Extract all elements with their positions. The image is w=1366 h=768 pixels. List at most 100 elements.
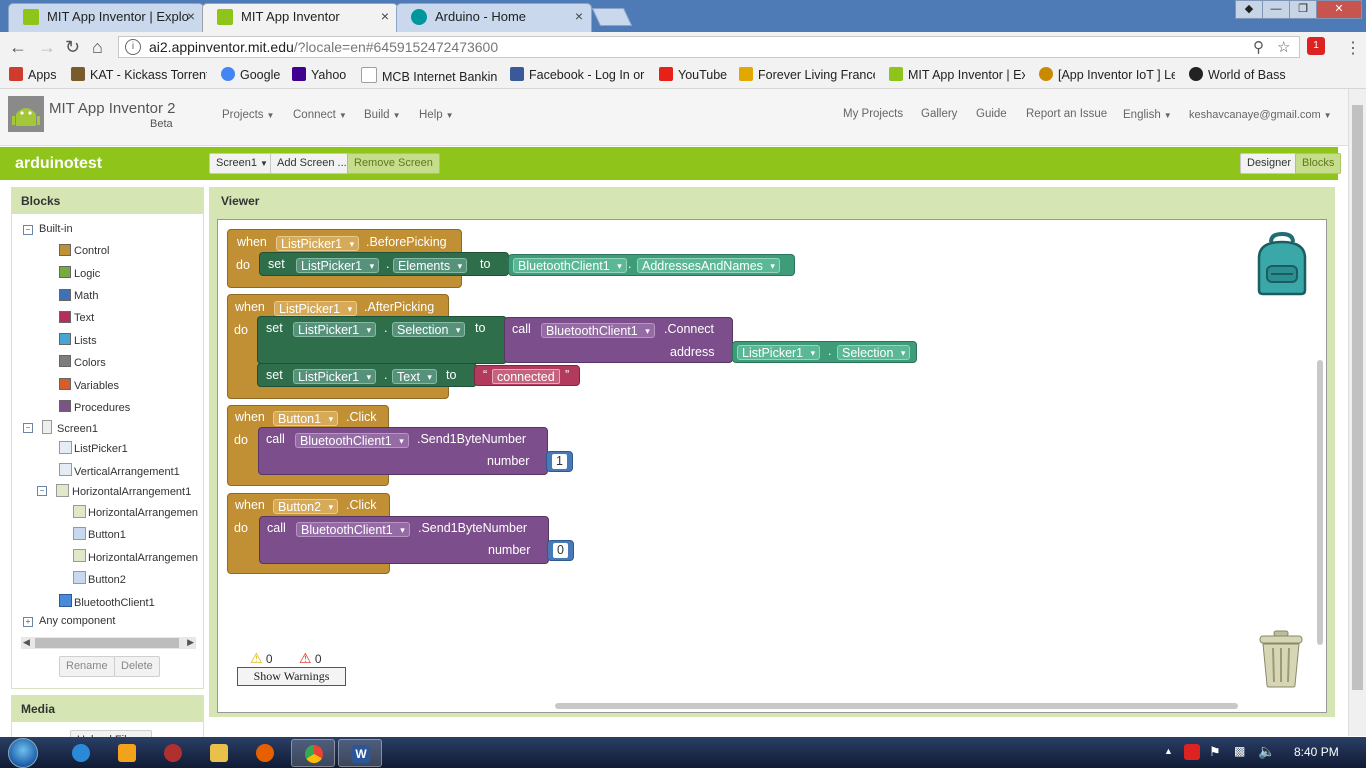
bookmark-kat[interactable]: KAT - Kickass Torrents: [71, 67, 207, 82]
reload-icon[interactable]: ↻: [65, 37, 80, 58]
bookmark-star-icon[interactable]: ☆: [1277, 38, 1290, 56]
collapse-toggle-icon[interactable]: −: [23, 225, 33, 235]
close-tab-icon[interactable]: ×: [381, 4, 389, 29]
bookmark-forever-living[interactable]: Forever Living France: [739, 67, 875, 82]
browser-tab-1[interactable]: MIT App Inventor | Explo ×: [8, 3, 204, 32]
tree-component[interactable]: Button1: [88, 529, 126, 541]
number-value[interactable]: 0: [553, 543, 568, 558]
workspace-horizontal-scrollbar[interactable]: [555, 703, 1238, 709]
menu-help[interactable]: Help ▼: [419, 109, 454, 121]
link-gallery[interactable]: Gallery: [921, 108, 957, 120]
network-signal-icon[interactable]: ▩: [1234, 744, 1245, 758]
taskbar-clock[interactable]: 8:40 PM: [1294, 745, 1339, 759]
property-dropdown[interactable]: Text: [392, 369, 437, 384]
menu-connect[interactable]: Connect ▼: [293, 109, 347, 121]
bookmark-world-of-bass[interactable]: World of Bass: [1189, 67, 1289, 82]
home-icon[interactable]: ⌂: [92, 37, 103, 58]
tray-app-icon[interactable]: [1184, 744, 1200, 760]
bookmark-facebook[interactable]: Facebook - Log In or S: [510, 67, 646, 82]
component-getter-block[interactable]: ListPicker1 . Selection: [732, 341, 917, 363]
site-info-icon[interactable]: i: [125, 39, 141, 55]
screen-selector[interactable]: Screen1 ▼: [209, 153, 275, 174]
expand-toggle-icon[interactable]: +: [23, 617, 33, 627]
set-block[interactable]: set ListPicker1 . Elements to: [259, 252, 509, 276]
browser-tab-2[interactable]: MIT App Inventor ×: [202, 3, 398, 32]
tree-item-variables[interactable]: Variables: [74, 380, 119, 392]
bookmark-youtube[interactable]: YouTube: [659, 67, 729, 82]
call-send-block[interactable]: call BluetoothClient1 .Send1ByteNumber n…: [258, 427, 548, 475]
tree-builtin[interactable]: Built-in: [39, 223, 73, 235]
bookmark-mcb[interactable]: MCB Internet Banking: [361, 67, 497, 84]
trash-can-icon[interactable]: [1258, 630, 1304, 688]
address-bar[interactable]: i ai2.appinventor.mit.edu/?locale=en#645…: [118, 36, 1300, 58]
component-dropdown[interactable]: ListPicker1: [276, 236, 360, 251]
property-dropdown[interactable]: Elements: [393, 258, 468, 273]
number-block[interactable]: 1: [546, 451, 573, 472]
component-dropdown[interactable]: ListPicker1: [274, 301, 358, 316]
scroll-left-icon[interactable]: ◀: [23, 637, 30, 648]
language-menu[interactable]: English ▼: [1123, 109, 1172, 121]
call-connect-block[interactable]: call BluetoothClient1 .Connect address: [504, 317, 733, 363]
call-send-block[interactable]: call BluetoothClient1 .Send1ByteNumber n…: [259, 516, 549, 564]
tree-item-control[interactable]: Control: [74, 245, 109, 257]
tree-any-component[interactable]: Any component: [39, 615, 115, 627]
window-close-button[interactable]: ✕: [1316, 0, 1362, 19]
delete-button[interactable]: Delete: [114, 656, 160, 677]
back-arrow-icon[interactable]: ←: [9, 37, 27, 58]
property-dropdown[interactable]: AddressesAndNames: [637, 258, 780, 273]
tree-item-logic[interactable]: Logic: [74, 268, 100, 280]
tree-horizontal-scrollbar[interactable]: ◀ ▶: [21, 637, 196, 649]
close-tab-icon[interactable]: ×: [187, 4, 195, 29]
workspace-vertical-scrollbar[interactable]: [1317, 360, 1323, 645]
link-report-issue[interactable]: Report an Issue: [1026, 108, 1107, 120]
add-screen-button[interactable]: Add Screen ...: [270, 153, 354, 174]
remove-screen-button[interactable]: Remove Screen: [347, 153, 440, 174]
text-literal-block[interactable]: “ connected ”: [474, 365, 580, 386]
volume-icon[interactable]: 🔈: [1258, 743, 1275, 760]
zoom-icon[interactable]: ⚲: [1253, 38, 1264, 56]
number-value[interactable]: 1: [552, 454, 567, 469]
text-value[interactable]: connected: [492, 369, 560, 384]
taskbar-word[interactable]: W: [338, 739, 382, 767]
account-menu[interactable]: keshavcanaye@gmail.com ▼: [1189, 109, 1332, 121]
taskbar-chrome[interactable]: [291, 739, 335, 767]
component-dropdown[interactable]: ListPicker1: [293, 369, 377, 384]
tree-screen1[interactable]: Screen1: [57, 423, 98, 435]
app-inventor-logo-icon[interactable]: [8, 96, 44, 132]
component-dropdown[interactable]: BluetoothClient1: [541, 323, 655, 338]
browser-menu-icon[interactable]: ⋮: [1345, 38, 1361, 58]
component-dropdown[interactable]: BluetoothClient1: [295, 433, 409, 448]
taskbar-game-app[interactable]: [154, 739, 192, 767]
bookmark-app-inventor[interactable]: MIT App Inventor | Exp: [889, 67, 1025, 82]
menu-projects[interactable]: Projects ▼: [222, 109, 274, 121]
taskbar-firefox[interactable]: [246, 739, 284, 767]
tree-component[interactable]: VerticalArrangement1: [74, 466, 180, 478]
tree-item-lists[interactable]: Lists: [74, 335, 97, 347]
tree-item-math[interactable]: Math: [74, 290, 98, 302]
bookmark-google[interactable]: Google: [221, 67, 285, 82]
tree-item-text[interactable]: Text: [74, 312, 94, 324]
page-scrollbar-thumb[interactable]: [1352, 105, 1363, 690]
backpack-icon[interactable]: [1251, 232, 1313, 296]
rename-button[interactable]: Rename: [59, 656, 115, 677]
maximize-button[interactable]: ❐: [1289, 0, 1317, 19]
forward-arrow-icon[interactable]: →: [38, 37, 56, 58]
tree-component[interactable]: Button2: [88, 574, 126, 586]
tree-component[interactable]: BluetoothClient1: [74, 597, 155, 609]
bookmark-apps[interactable]: Apps: [9, 67, 65, 82]
tree-item-colors[interactable]: Colors: [74, 357, 106, 369]
component-dropdown[interactable]: ListPicker1: [296, 258, 380, 273]
property-dropdown[interactable]: Selection: [392, 322, 466, 337]
menu-build[interactable]: Build ▼: [364, 109, 401, 121]
scroll-right-icon[interactable]: ▶: [187, 637, 194, 648]
blocks-workspace[interactable]: when ListPicker1 .BeforePicking do set L…: [217, 219, 1327, 713]
show-hidden-icons-icon[interactable]: ▲: [1164, 746, 1173, 756]
property-dropdown[interactable]: Selection: [837, 345, 911, 360]
blocks-button[interactable]: Blocks: [1295, 153, 1342, 174]
set-block[interactable]: set ListPicker1 . Selection to: [257, 316, 507, 364]
component-dropdown[interactable]: Button1: [273, 411, 339, 426]
taskbar-media-player[interactable]: [108, 739, 146, 767]
start-button[interactable]: [8, 738, 38, 768]
tree-component[interactable]: HorizontalArrangement1: [72, 486, 191, 498]
component-dropdown[interactable]: ListPicker1: [293, 322, 377, 337]
